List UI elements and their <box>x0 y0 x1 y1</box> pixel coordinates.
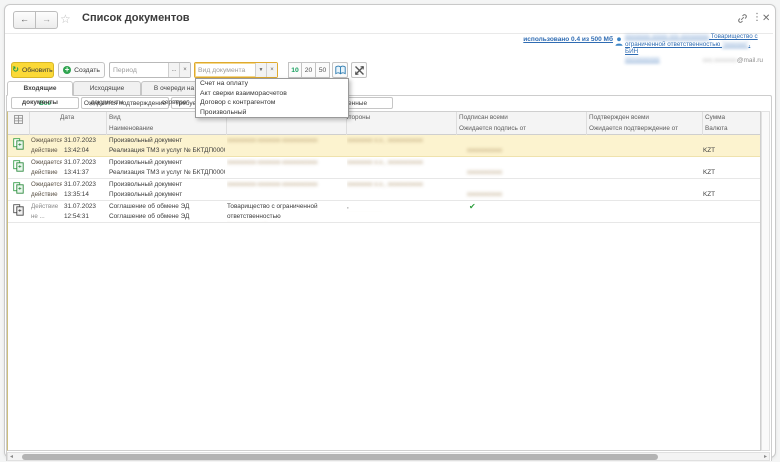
documents-table: Дата ВидНаименование Стороны Подписан вс… <box>7 111 761 451</box>
dropdown-item-contract[interactable]: Договор с контрагентом <box>196 98 348 108</box>
dropdown-item-reconciliation[interactable]: Акт сверки взаиморасчетов <box>196 89 348 99</box>
page-size-20[interactable]: 20 <box>302 62 316 78</box>
history-nav: ← → <box>13 11 58 29</box>
tab-incoming[interactable]: Входящие документы <box>7 81 73 96</box>
column-date-header[interactable]: Дата <box>30 112 107 135</box>
dropdown-item-arbitrary[interactable]: Произвольный <box>196 108 348 118</box>
close-icon[interactable]: ✕ <box>762 13 770 25</box>
column-signed-header[interactable]: Подписан всемиОжидается подпись от <box>457 112 587 135</box>
back-button[interactable]: ← <box>13 11 36 29</box>
column-confirmed-header[interactable]: Подтвержден всемиОжидается подтверждение… <box>587 112 703 135</box>
exchange-settings-button[interactable] <box>351 62 367 78</box>
dropdown-item-invoice[interactable]: Счет на оплату <box>196 79 348 89</box>
table-row[interactable]: Ожидаетсядействие 31.07.202313:42:04 Про… <box>8 135 760 157</box>
create-label: Создать <box>74 63 100 78</box>
signed-check-icon: ✔ <box>469 202 585 212</box>
vertical-scrollbar[interactable] <box>761 111 770 451</box>
document-exchange-icon <box>13 160 29 180</box>
document-exchange-icon <box>13 138 29 158</box>
refresh-icon: ↻ <box>12 66 19 74</box>
doctype-dropdown: Счет на оплату Акт сверки взаиморасчетов… <box>195 78 349 118</box>
app-window: ← → ☆ Список документов ⋮ ✕ использовано… <box>4 4 776 458</box>
exchange-arrows-icon <box>354 65 365 76</box>
column-parties-header[interactable]: Стороны <box>347 112 457 135</box>
table-header: Дата ВидНаименование Стороны Подписан вс… <box>8 112 760 135</box>
menu-dots-icon[interactable]: ⋮ <box>752 12 762 24</box>
favorite-star-icon[interactable]: ☆ <box>60 13 71 25</box>
filter-partial-label: енные <box>348 100 367 107</box>
doctype-clear-button[interactable]: × <box>266 63 277 77</box>
create-button[interactable]: + Создать <box>58 62 105 78</box>
org-line-1: xxxxxxxx xxxxx xxx xxxxxxxxx Товариществ… <box>625 33 763 41</box>
scroll-left-icon[interactable]: ◂ <box>10 453 13 461</box>
get-link-icon[interactable] <box>737 13 748 24</box>
table-row[interactable]: Ожидаетсядействие 31.07.202313:41:37 Про… <box>8 157 760 179</box>
period-choose-button[interactable]: ... <box>168 63 179 77</box>
column-icon-header[interactable] <box>8 112 30 135</box>
storage-quota-link[interactable]: использовано 0.4 из 500 Мб <box>517 36 613 43</box>
period-clear-button[interactable]: × <box>179 63 190 77</box>
scroll-right-icon[interactable]: ▸ <box>764 453 767 461</box>
document-exchange-icon <box>13 204 29 224</box>
grid-icon <box>14 115 23 124</box>
period-field-group: ... × <box>109 62 191 78</box>
page-title: Список документов <box>82 12 190 24</box>
table-row[interactable]: Действиене ... 31.07.202312:54:31 Соглаш… <box>8 201 760 223</box>
horizontal-scrollbar-thumb[interactable] <box>22 454 658 460</box>
reading-view-button[interactable] <box>332 62 348 78</box>
period-input[interactable] <box>110 63 168 77</box>
table-row[interactable]: Ожидаетсядействие 31.07.202313:35:14 Про… <box>8 179 760 201</box>
open-book-icon <box>335 65 346 75</box>
tab-outgoing[interactable]: Исходящие документы <box>73 81 141 96</box>
refresh-label: Обновить <box>22 63 53 78</box>
document-exchange-icon <box>13 182 29 202</box>
forward-button[interactable]: → <box>36 11 58 29</box>
user-email: xxx.xxxxxxx@mail.ru <box>620 57 763 64</box>
page-size-50[interactable]: 50 <box>316 62 330 78</box>
horizontal-scrollbar[interactable]: ◂ ▸ <box>7 452 770 461</box>
page-size-group: 10 20 50 <box>288 62 330 78</box>
refresh-button[interactable]: ↻ Обновить <box>11 62 54 78</box>
doctype-open-button[interactable]: ▼ <box>255 63 266 77</box>
page-size-10[interactable]: 10 <box>288 62 302 78</box>
doctype-input[interactable] <box>195 63 255 77</box>
column-sum-header[interactable]: СуммаВалюта <box>703 112 760 135</box>
doctype-field-group: ▼ × <box>194 62 278 78</box>
plus-icon: + <box>63 66 71 74</box>
user-icon <box>615 37 623 46</box>
org-line-2: ограниченной ответственностью "xxxxxxx",… <box>625 41 763 56</box>
